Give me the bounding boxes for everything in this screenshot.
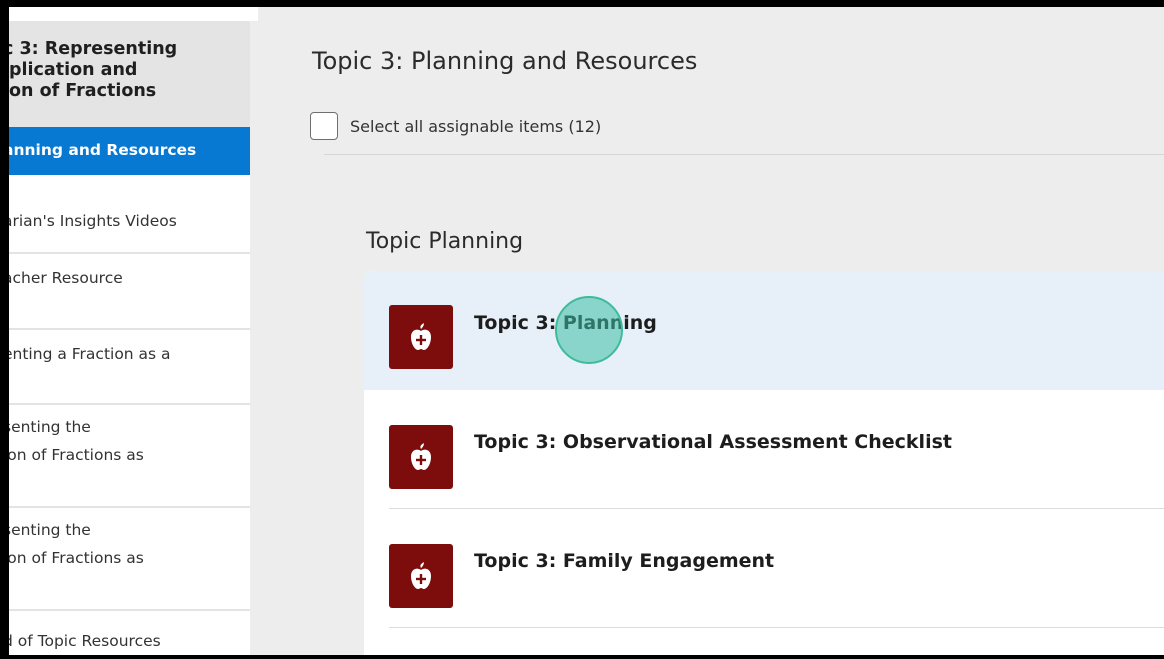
row-divider — [389, 627, 1164, 628]
section-title: Topic Planning — [366, 229, 524, 254]
sidebar-item-label: enting a Fraction as a — [9, 345, 171, 363]
apple-plus-icon — [389, 305, 453, 369]
sidebar-item-lesson-2[interactable]: senting the ion of Fractions as — [9, 405, 250, 508]
list-item[interactable]: Topic 3: Planning — [364, 271, 1164, 390]
sidebar-item-label: arian's Insights Videos — [9, 212, 177, 230]
sidebar-item-lesson-1[interactable]: enting a Fraction as a — [9, 330, 250, 405]
list-item-title: Topic 3: Family Engagement — [474, 550, 775, 572]
sidebar-header-line: iplication and — [9, 60, 138, 80]
main-content: Topic 3: Planning and Resources Select a… — [258, 7, 1164, 655]
select-all-row: Select all assignable items (12) — [310, 112, 601, 140]
sidebar-item-teacher-resource[interactable]: acher Resource — [9, 254, 250, 330]
sidebar-item-insights-videos[interactable]: arian's Insights Videos — [9, 175, 250, 254]
sidebar-item-label: ion of Fractions as — [9, 549, 144, 567]
sidebar-item-label: d of Topic Resources — [9, 632, 161, 650]
sidebar-item-label: anning and Resources — [9, 141, 197, 159]
sidebar-item-label: ion of Fractions as — [9, 446, 144, 464]
sidebar-item-end-of-topic[interactable]: d of Topic Resources — [9, 611, 250, 655]
sidebar-header-line: ion of Fractions — [9, 81, 157, 101]
divider — [324, 154, 1164, 155]
list-item-title: Topic 3: Observational Assessment Checkl… — [474, 431, 952, 453]
sidebar-header: c 3: Representing iplication and ion of … — [9, 21, 250, 127]
sidebar-header-line: c 3: Representing — [9, 39, 178, 59]
select-all-label: Select all assignable items (12) — [350, 116, 602, 136]
sidebar-item-planning-resources[interactable]: anning and Resources — [9, 127, 250, 175]
list-item[interactable]: Topic 3: Family Engagement — [364, 509, 1164, 628]
sidebar-item-label: senting the — [9, 418, 91, 436]
resource-list: Topic 3: Planning Topic 3: Observational… — [364, 271, 1164, 655]
sidebar: c 3: Representing iplication and ion of … — [9, 21, 250, 655]
list-item[interactable]: Topic 3: Observational Assessment Checkl… — [364, 390, 1164, 509]
list-item-title: Topic 3: Planning — [474, 312, 657, 334]
select-all-checkbox[interactable] — [310, 112, 338, 140]
sidebar-item-lesson-3[interactable]: senting the ion of Fractions as — [9, 508, 250, 611]
sidebar-divider — [250, 21, 258, 655]
app-frame: c 3: Representing iplication and ion of … — [9, 7, 1164, 655]
apple-plus-icon — [389, 425, 453, 489]
page-title: Topic 3: Planning and Resources — [312, 47, 698, 75]
sidebar-item-label: senting the — [9, 521, 91, 539]
apple-plus-icon — [389, 544, 453, 608]
sidebar-item-label: acher Resource — [9, 269, 123, 287]
